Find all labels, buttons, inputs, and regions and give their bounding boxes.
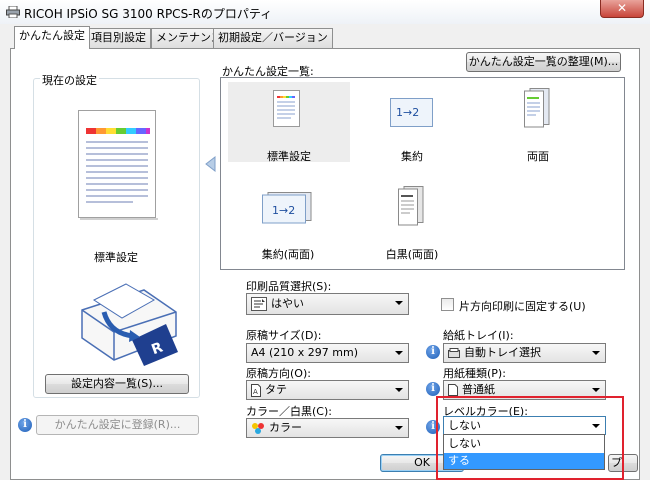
duplex-icon [524,88,550,128]
standard-setting-icon [273,90,300,127]
easy-setting-mono-duplex-label: 白黒(両面) [385,248,439,261]
paper-icon [448,384,458,396]
quality-icon [251,297,267,311]
tab-item-settings[interactable]: 項目別設定 [86,28,151,48]
easy-setting-combine-duplex[interactable]: 1→2 集約(両面) [228,180,348,261]
orientation-select[interactable]: A タテ [246,380,409,400]
color-label: カラー／白黒(C): [246,405,332,418]
quality-label: 印刷品質選択(S): [246,280,332,293]
paper-type-label: 用紙種類(P): [443,367,506,380]
easy-setting-combine-label: 集約 [401,150,423,163]
orientation-label: 原稿方向(O): [246,367,311,380]
tray-info-icon: i [426,345,440,359]
current-settings-label: 現在の設定 [40,72,99,88]
window-title: RICOH IPSiO SG 3100 RPCS-Rのプロパティ [24,7,273,21]
easy-setting-combine[interactable]: 1→2 集約 [352,82,472,163]
easy-setting-mono-duplex[interactable]: 白黒(両面) [352,180,472,261]
easy-setting-standard[interactable]: 標準設定 [228,82,350,163]
tray-label: 給紙トレイ(I): [443,329,514,342]
chevron-down-icon [395,426,403,430]
organize-easy-settings-button[interactable]: かんたん設定一覧の整理(M)... [466,52,621,72]
paper-type-info-icon: i [426,382,440,396]
combine-duplex-icon-text: 1→2 [272,204,296,217]
tray-icon [448,348,460,358]
highlight-annotation-box [436,396,624,480]
chevron-down-icon [395,351,403,355]
color-select[interactable]: カラー [246,418,409,438]
printer-illustration-icon: R [81,283,178,366]
paper-size-label: 原稿サイズ(D): [246,329,322,342]
easy-setting-combine-duplex-label: 集約(両面) [261,248,315,261]
svg-text:A: A [253,388,258,396]
quality-select[interactable]: はやい [246,293,409,315]
easy-setting-standard-label: 標準設定 [267,150,311,163]
chevron-down-icon [592,388,600,392]
chevron-down-icon [592,351,600,355]
page-preview-icon [78,110,158,220]
one-side-checkbox[interactable] [441,298,454,311]
scroll-left-icon[interactable] [204,156,216,172]
easy-setting-duplex[interactable]: 両面 [478,82,598,163]
easy-setting-duplex-label: 両面 [527,150,549,163]
combine-icon-text: 1→2 [396,106,420,119]
paper-size-select[interactable]: A4 (210 x 297 mm) [246,343,409,363]
info-icon: i [18,418,32,432]
chevron-down-icon [395,301,403,305]
close-icon: ✕ [616,1,628,15]
portrait-icon: A [251,383,261,397]
close-button[interactable]: ✕ [600,0,644,18]
one-side-label: 片方向印刷に固定する(U) [459,300,586,313]
tab-defaults-version[interactable]: 初期設定／バージョン [213,28,333,48]
tab-easy-settings[interactable]: かんたん設定 [14,26,90,49]
title-bar: RICOH IPSiO SG 3100 RPCS-Rのプロパティ ✕ [0,0,650,24]
tray-select[interactable]: 自動トレイ選択 [443,343,606,363]
mono-duplex-icon [398,186,424,226]
printer-icon [6,6,20,18]
color-palette-icon [252,423,264,434]
settings-list-button[interactable]: 設定内容一覧(S)... [45,374,189,394]
chevron-down-icon [395,388,403,392]
register-easy-setting-button[interactable]: かんたん設定に登録(R)... [36,415,199,435]
preview-caption: 標準設定 [94,251,138,264]
